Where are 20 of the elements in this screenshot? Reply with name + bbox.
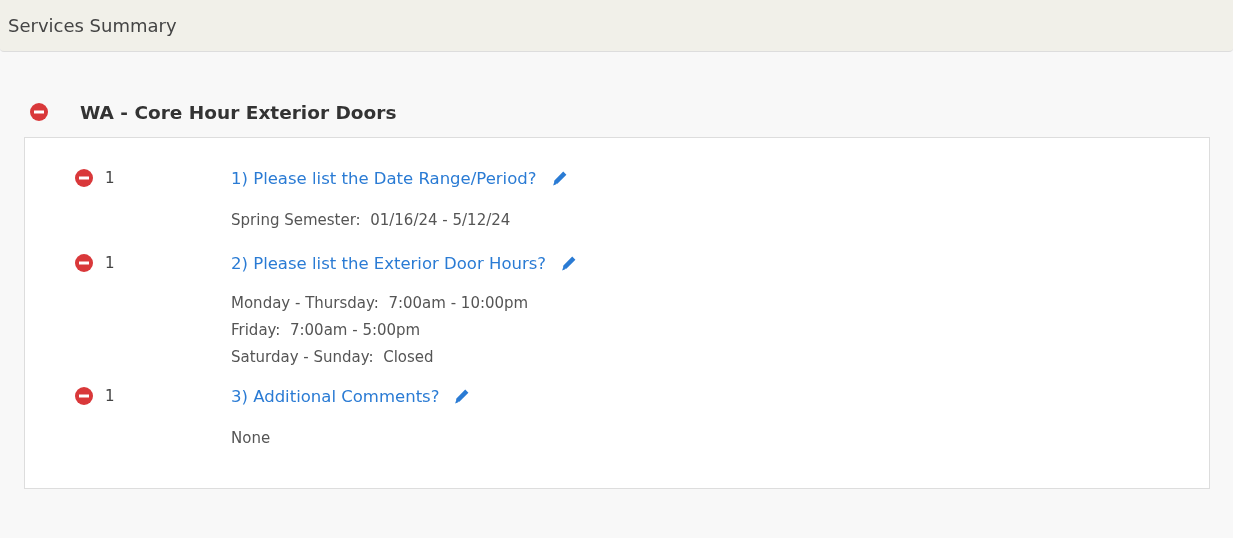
answer-text: Monday - Thursday: 7:00am - 10:00pm: [231, 293, 530, 314]
answer-text: Saturday - Sunday: Closed: [231, 347, 435, 368]
remove-icon[interactable]: [75, 169, 93, 187]
quantity: 1: [105, 169, 116, 187]
quantity: 1: [105, 387, 116, 405]
answer-text: Friday: 7:00am - 5:00pm: [231, 320, 422, 341]
remove-icon[interactable]: [75, 254, 93, 272]
question-link[interactable]: 1) Please list the Date Range/Period?: [231, 168, 537, 188]
answer-text: None: [231, 428, 272, 449]
edit-icon[interactable]: [560, 254, 578, 272]
remove-icon[interactable]: [75, 387, 93, 405]
edit-icon[interactable]: [550, 169, 568, 187]
panel-title: Services Summary: [8, 15, 177, 36]
service-title: WA - Core Hour Exterior Doors: [80, 101, 397, 123]
question-link[interactable]: 2) Please list the Exterior Door Hours?: [231, 253, 547, 273]
answer-text: Spring Semester: 01/16/24 - 5/12/24: [231, 210, 512, 231]
question-link[interactable]: 3) Additional Comments?: [231, 386, 440, 406]
remove-icon[interactable]: [30, 103, 48, 121]
edit-icon[interactable]: [453, 387, 471, 405]
quantity: 1: [105, 254, 116, 272]
